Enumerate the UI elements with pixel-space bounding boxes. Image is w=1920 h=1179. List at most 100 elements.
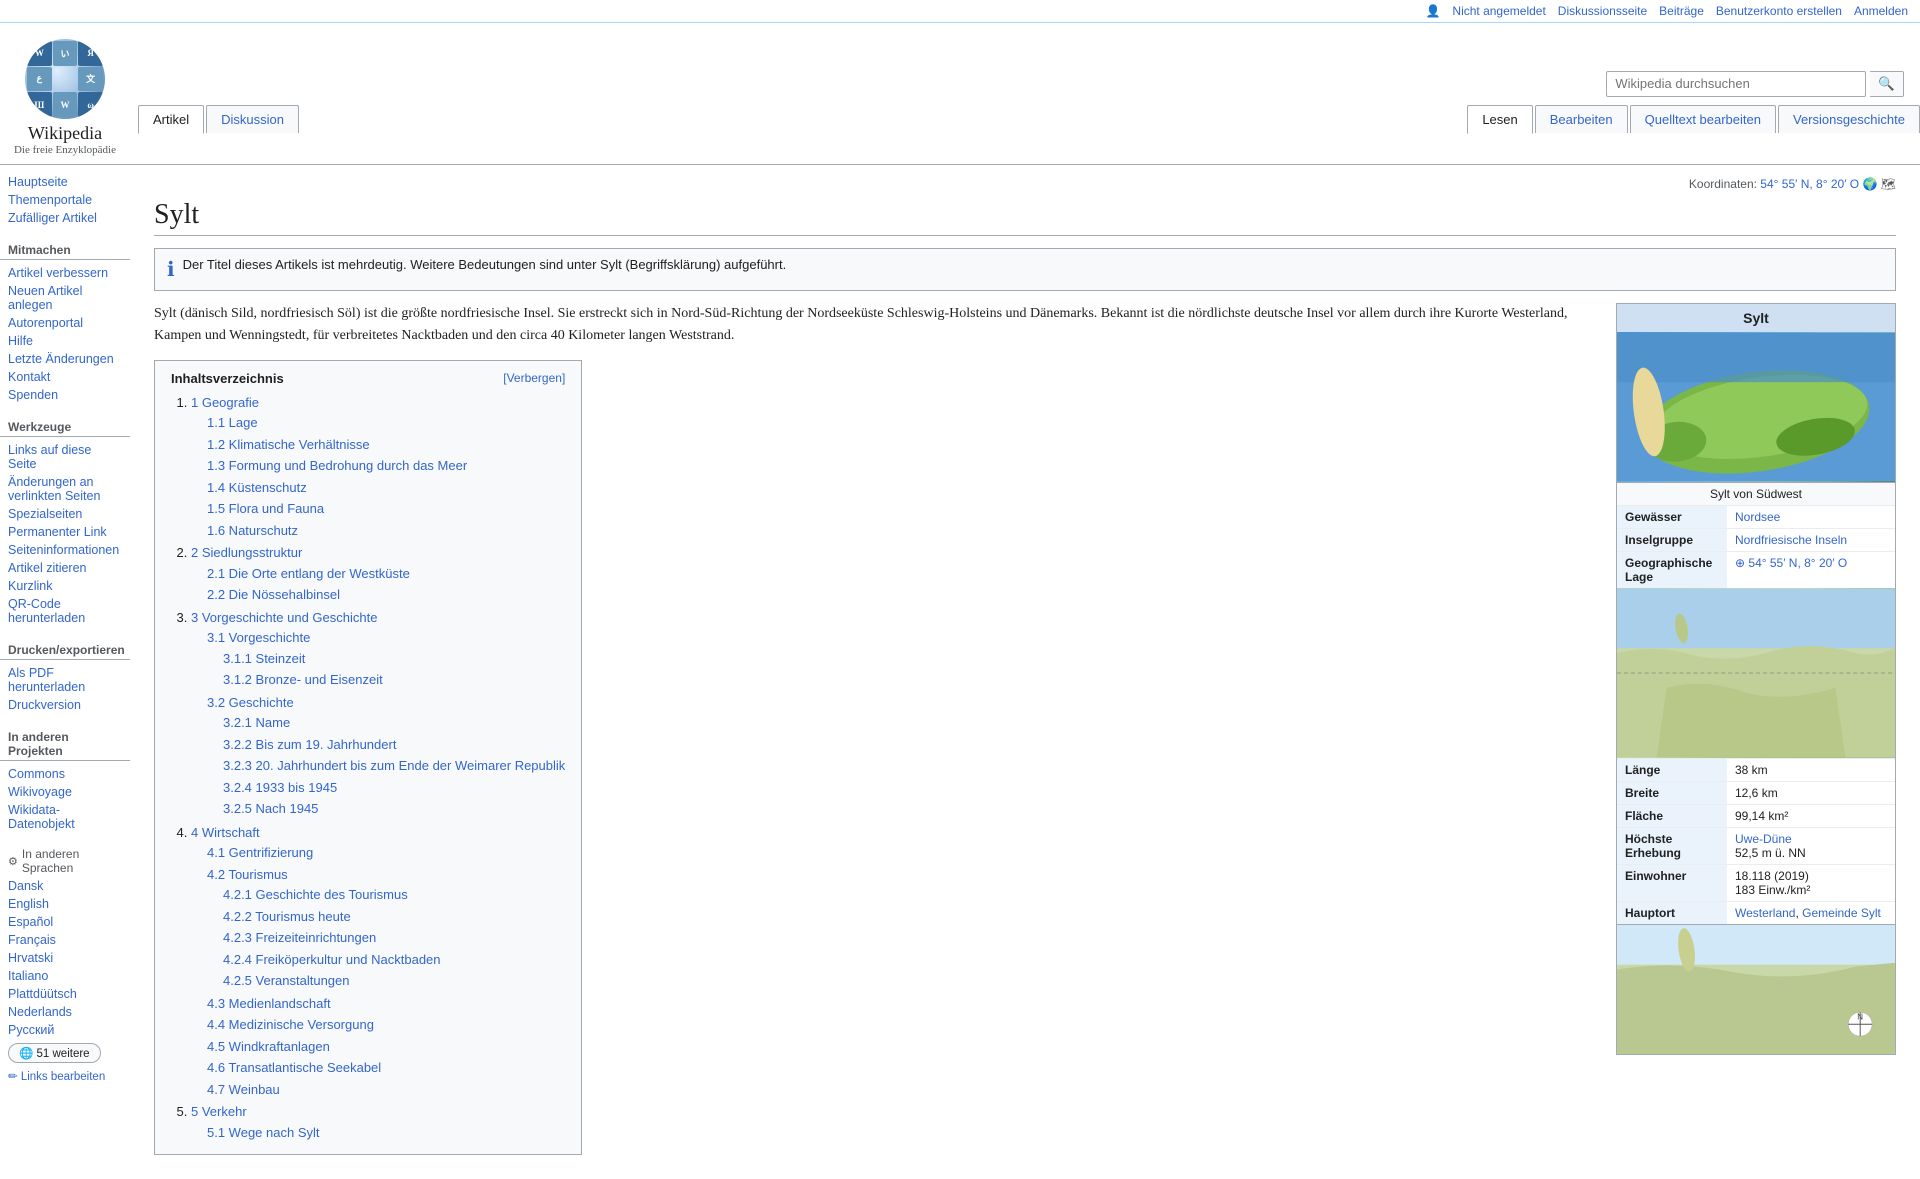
sidebar-languages-title: ⚙ In anderen Sprachen (0, 845, 130, 877)
infobox-label-laenge: Länge (1617, 759, 1727, 781)
infobox-caption: Sylt von Südwest (1617, 482, 1895, 505)
sidebar-item-wikidata[interactable]: Wikidata-Datenobjekt (0, 801, 130, 833)
toc-item-4-2: 4.2 Tourismus 4.2.1 Geschichte des Touri… (207, 864, 565, 993)
sidebar-item-lang-plattdutsch[interactable]: Plattdüütsch (0, 985, 130, 1003)
search-input[interactable] (1606, 71, 1866, 97)
infobox-value-gewaesser: Nordsee (1727, 506, 1895, 528)
disambiguation-text: Der Titel dieses Artikels ist mehrdeutig… (183, 257, 787, 272)
sidebar-item-spenden[interactable]: Spenden (0, 386, 130, 404)
infobox-row-lage: Geographische Lage ⊕ 54° 55′ N, 8° 20′ O (1617, 551, 1895, 588)
toc-item-3-2-1: 3.2.1 Name (223, 712, 565, 734)
sidebar-item-lang-english[interactable]: English (0, 895, 130, 913)
infobox-label-gewaesser: Gewässer (1617, 506, 1727, 528)
toc-item-3: 3 Vorgeschichte und Geschichte 3.1 Vorge… (191, 607, 565, 822)
coords-link[interactable]: 54° 55′ N, 8° 20′ O (1760, 177, 1859, 191)
tab-bearbeiten[interactable]: Bearbeiten (1535, 105, 1628, 133)
sidebar-item-lang-espanol[interactable]: Español (0, 913, 130, 931)
toc-toggle[interactable]: [Verbergen] (503, 371, 565, 386)
toc-item-3-2-3: 3.2.3 20. Jahrhundert bis zum Ende der W… (223, 755, 565, 777)
toc-item-4-4: 4.4 Medizinische Versorgung (207, 1014, 565, 1036)
sidebar-item-lang-italiano[interactable]: Italiano (0, 967, 130, 985)
sidebar-item-pdf[interactable]: Als PDF herunterladen (0, 664, 130, 696)
sidebar-item-themenportale[interactable]: Themenportale (0, 191, 130, 209)
tab-quelltext[interactable]: Quelltext bearbeiten (1630, 105, 1776, 133)
not-logged-in-link[interactable]: Nicht angemeldet (1452, 4, 1545, 18)
content: Koordinaten: 54° 55′ N, 8° 20′ O 🌍 🗺 Syl… (130, 165, 1920, 1179)
infobox-map[interactable] (1617, 588, 1895, 758)
user-icon: 👤 (1425, 4, 1440, 18)
sidebar-item-qrcode[interactable]: QR-Code herunterladen (0, 595, 130, 627)
top-bar: 👤 Nicht angemeldet Diskussionsseite Beit… (0, 0, 1920, 23)
sidebar-item-hilfe[interactable]: Hilfe (0, 332, 130, 350)
tab-versionsgeschichte[interactable]: Versionsgeschichte (1778, 105, 1920, 133)
sidebar-drucken: Drucken/exportieren Als PDF herunterlade… (0, 639, 130, 714)
toc-item-4-1: 4.1 Gentrifizierung (207, 842, 565, 864)
sidebar-item-seiteninformationen[interactable]: Seiteninformationen (0, 541, 130, 559)
toc-sub-3: 3.1 Vorgeschichte 3.1.1 Steinzeit 3.1.2 … (191, 627, 565, 821)
toc-subsub-4-2: 4.2.1 Geschichte des Tourismus 4.2.2 Tou… (207, 884, 565, 992)
sidebar-item-lang-dansk[interactable]: Dansk (0, 877, 130, 895)
osm-icon: 🗺 (1881, 177, 1896, 191)
sidebar-item-lang-hrvatski[interactable]: Hrvatski (0, 949, 130, 967)
logo-area: WいЯ ع文 ШWω Wikipedia Die freie Enzyklopä… (0, 31, 130, 164)
discussion-link[interactable]: Diskussionsseite (1558, 4, 1647, 18)
sidebar-item-commons[interactable]: Commons (0, 765, 130, 783)
site-title: Wikipedia (28, 123, 102, 144)
sidebar-item-artikel-verbessern[interactable]: Artikel verbessern (0, 264, 130, 282)
sidebar-item-zitieren[interactable]: Artikel zitieren (0, 559, 130, 577)
sidebar-item-spezialseiten[interactable]: Spezialseiten (0, 505, 130, 523)
article-main: Sylt (dänisch Sild, nordfriesisch Söl) i… (154, 303, 1600, 1167)
infobox-map2[interactable]: N (1617, 924, 1895, 1054)
toc-item-3-2: 3.2 Geschichte 3.2.1 Name 3.2.2 Bis zum … (207, 692, 565, 821)
toc-item-3-1: 3.1 Vorgeschichte 3.1.1 Steinzeit 3.1.2 … (207, 627, 565, 692)
sidebar-item-kontakt[interactable]: Kontakt (0, 368, 130, 386)
toc-item-4-7: 4.7 Weinbau (207, 1079, 565, 1101)
tab-lesen[interactable]: Lesen (1467, 105, 1532, 134)
toc-item-4-3: 4.3 Medienlandschaft (207, 993, 565, 1015)
wikipedia-logo[interactable]: WいЯ ع文 ШWω (25, 39, 105, 119)
infobox-row-hoechste: Höchste Erhebung Uwe-Düne52,5 m ü. NN (1617, 827, 1895, 864)
toc-item-1-6: 1.6 Naturschutz (207, 520, 565, 542)
sidebar-werkzeuge: Werkzeuge Links auf diese Seite Änderung… (0, 416, 130, 627)
toc-list: 1 Geografie 1.1 Lage 1.2 Klimatische Ver… (171, 392, 565, 1145)
toc-sub-2: 2.1 Die Orte entlang der Westküste 2.2 D… (191, 563, 565, 606)
coords-bar: Koordinaten: 54° 55′ N, 8° 20′ O 🌍 🗺 (154, 177, 1896, 191)
sidebar-item-aenderungen[interactable]: Letzte Änderungen (0, 350, 130, 368)
article-tab-group: Artikel Diskussion (138, 105, 299, 133)
infobox-row-einwohner: Einwohner 18.118 (2019)183 Einw./km² (1617, 864, 1895, 901)
links-bearbeiten[interactable]: ✏ Links bearbeiten (0, 1067, 113, 1085)
toc-item-1-3: 1.3 Formung und Bedrohung durch das Meer (207, 455, 565, 477)
more-languages-badge[interactable]: 🌐 51 weitere (8, 1043, 101, 1063)
search-row: 🔍 (130, 63, 1920, 105)
sidebar-item-druckversion[interactable]: Druckversion (0, 696, 130, 714)
infobox-title: Sylt (1617, 304, 1895, 332)
sidebar-item-lang-francais[interactable]: Français (0, 931, 130, 949)
sidebar-item-hauptseite[interactable]: Hauptseite (0, 173, 130, 191)
toc-item-2: 2 Siedlungsstruktur 2.1 Die Orte entlang… (191, 542, 565, 607)
sidebar-mitmachen: Mitmachen Artikel verbessern Neuen Artik… (0, 239, 130, 404)
sidebar-item-autorenportal[interactable]: Autorenportal (0, 314, 130, 332)
sidebar-item-zufall[interactable]: Zufälliger Artikel (0, 209, 130, 227)
sidebar-item-links-auf[interactable]: Links auf diese Seite (0, 441, 130, 473)
sidebar-item-kurzlink[interactable]: Kurzlink (0, 577, 130, 595)
sidebar-item-lang-nederlands[interactable]: Nederlands (0, 1003, 130, 1021)
sidebar-item-permanenter-link[interactable]: Permanenter Link (0, 523, 130, 541)
tab-artikel[interactable]: Artikel (138, 105, 204, 134)
article-body: Sylt (dänisch Sild, nordfriesisch Söl) i… (154, 303, 1896, 1167)
gear-icon: ⚙ (8, 855, 18, 868)
sidebar-drucken-title: Drucken/exportieren (0, 639, 130, 660)
create-account-link[interactable]: Benutzerkonto erstellen (1716, 4, 1842, 18)
contributions-link[interactable]: Beiträge (1659, 4, 1704, 18)
toc-item-5-1: 5.1 Wege nach Sylt (207, 1122, 565, 1144)
sidebar-item-wikivoyage[interactable]: Wikivoyage (0, 783, 130, 801)
search-button[interactable]: 🔍 (1870, 71, 1904, 97)
sidebar-item-lang-russian[interactable]: Русский (0, 1021, 130, 1039)
tab-diskussion[interactable]: Diskussion (206, 105, 299, 133)
toc-item-2-2: 2.2 Die Nössehalbinsel (207, 584, 565, 606)
infobox-row-gewaesser: Gewässer Nordsee (1617, 505, 1895, 528)
sidebar-item-verlinkungen[interactable]: Änderungen an verlinkten Seiten (0, 473, 130, 505)
infobox-label-breite: Breite (1617, 782, 1727, 804)
login-link[interactable]: Anmelden (1854, 4, 1908, 18)
sidebar-item-neuer-artikel[interactable]: Neuen Artikel anlegen (0, 282, 130, 314)
sidebar-mitmachen-title: Mitmachen (0, 239, 130, 260)
